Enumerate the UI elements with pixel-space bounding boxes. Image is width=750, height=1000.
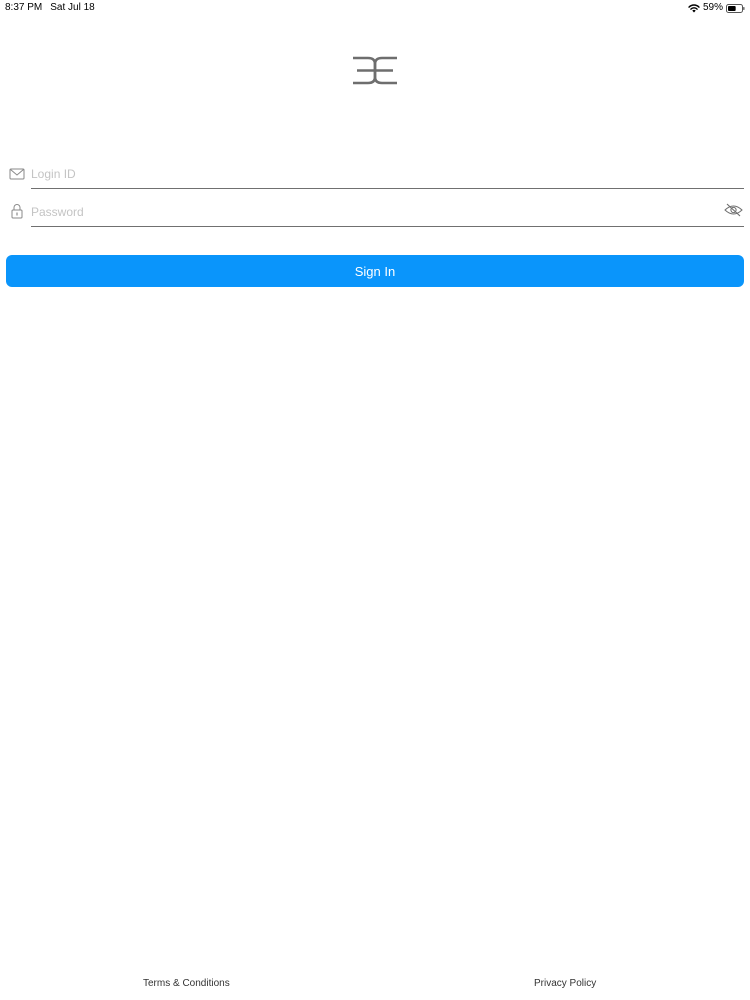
status-date: Sat Jul 18 xyxy=(50,2,95,13)
lock-icon xyxy=(11,204,23,219)
status-left: 8:37 PM Sat Jul 18 xyxy=(5,0,95,16)
brand-logo xyxy=(353,56,397,85)
battery-icon xyxy=(726,3,745,13)
login-id-underline xyxy=(31,188,744,189)
password-field xyxy=(6,198,744,228)
password-underline xyxy=(31,226,744,227)
password-input[interactable] xyxy=(31,200,718,224)
status-time: 8:37 PM xyxy=(5,2,43,13)
status-bar: 8:37 PM Sat Jul 18 59% xyxy=(0,0,750,16)
sign-in-button[interactable]: Sign In xyxy=(6,255,744,287)
login-id-field xyxy=(6,160,744,190)
login-id-input[interactable] xyxy=(31,162,744,186)
eye-slash-icon[interactable] xyxy=(724,203,743,217)
mail-icon xyxy=(9,168,25,180)
privacy-link[interactable]: Privacy Policy xyxy=(534,978,596,989)
status-right: 59% xyxy=(688,0,745,16)
battery-percent: 59% xyxy=(702,2,723,13)
terms-link[interactable]: Terms & Conditions xyxy=(143,978,230,989)
wifi-icon xyxy=(688,4,700,13)
